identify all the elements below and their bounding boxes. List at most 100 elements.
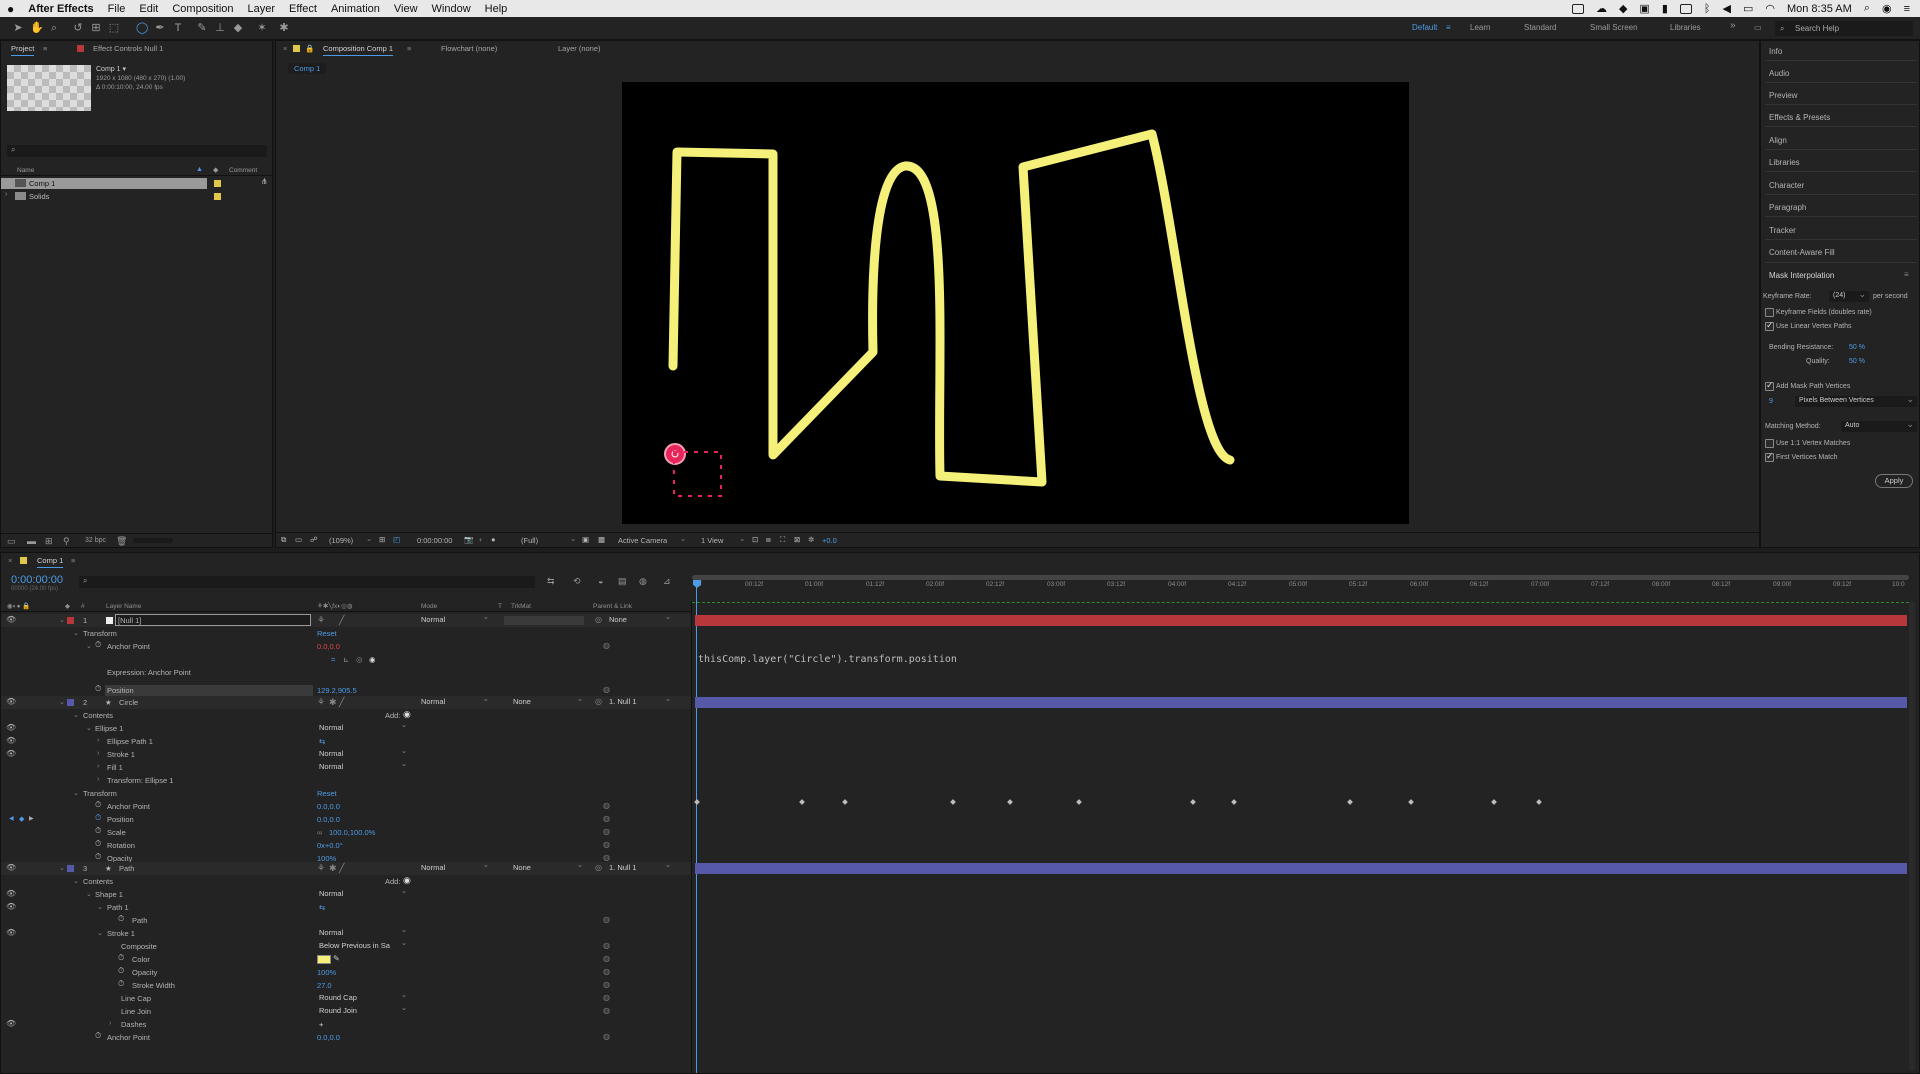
battery-icon[interactable]: ▭ — [1743, 2, 1753, 15]
menu-help[interactable]: Help — [478, 3, 515, 15]
layer-name[interactable]: Path — [119, 864, 134, 873]
eyedropper-icon[interactable]: ✎ — [333, 954, 340, 963]
dashes-row[interactable]: 👁 › Dashes + — [1, 1018, 691, 1031]
vertices-mode-dropdown[interactable]: Pixels Between Vertices ⌄ — [1795, 394, 1917, 407]
channel-icon[interactable]: ● — [491, 535, 496, 544]
expression-graph-icon[interactable]: ⊾ — [343, 655, 349, 664]
linear-vertex-checkbox[interactable] — [1765, 320, 1774, 331]
panel-preview[interactable]: Preview — [1769, 91, 1797, 100]
ellipse-tool-icon[interactable]: ◯ — [136, 22, 148, 34]
graph-icon[interactable]: ◍ — [603, 980, 610, 989]
graph-icon[interactable]: ◍ — [603, 840, 610, 849]
workspace-standard[interactable]: Standard — [1524, 23, 1556, 32]
column-comment[interactable]: Comment — [229, 167, 257, 174]
timeline-menu-icon[interactable]: ≡ — [71, 556, 75, 565]
workspace-small-screen[interactable]: Small Screen — [1590, 23, 1638, 32]
trash-icon[interactable]: 🗑 — [116, 536, 127, 547]
flowchart-icon[interactable]: ⋔ — [261, 177, 268, 186]
mask-shape-path-icon[interactable]: ◰ — [393, 535, 400, 544]
display-icon[interactable] — [1679, 3, 1692, 14]
keyframe-fields-checkbox[interactable] — [1765, 308, 1774, 317]
close-tab-icon[interactable]: × — [8, 556, 12, 565]
scale-value[interactable]: 100.0,100.0% — [329, 828, 375, 837]
expand-arrow-icon[interactable]: ⌄ — [59, 864, 65, 872]
layer-row-path[interactable]: 👁 ⌄ 3 ★ Path ⚘ ✱ ╱ Normal None ◎ 1. Null… — [1, 860, 691, 875]
current-time[interactable]: 0:00:00:00 — [417, 536, 452, 545]
transform-ellipse-row[interactable]: › Transform: Ellipse 1 — [1, 774, 691, 787]
layer-row-circle[interactable]: 👁 ⌄ 2 ★ Circle ⚘ ✱ ╱ Normal None ◎ 1. Nu… — [1, 694, 691, 709]
wifi-icon[interactable]: ◠ — [1765, 2, 1775, 15]
shape-group-row[interactable]: 👁 ⌄ Shape 1 Normal — [1, 886, 691, 901]
pan-behind-tool-icon[interactable]: ⬚ — [108, 22, 120, 34]
column-name[interactable]: Name — [17, 167, 34, 174]
eraser-tool-icon[interactable]: ◆ — [232, 22, 244, 34]
expression-editor[interactable]: thisComp.layer("Circle").transform.posit… — [698, 654, 957, 665]
timeline-divider[interactable] — [691, 601, 692, 1074]
contents-row[interactable]: ⌄ Contents Add: ◉ — [1, 875, 691, 888]
search-help-input[interactable]: ⌕ Search Help — [1775, 21, 1913, 36]
parent-dropdown[interactable]: 1. Null 1 — [609, 694, 673, 707]
expand-arrow-icon[interactable]: › — [97, 763, 99, 770]
graph-icon[interactable]: ◍ — [603, 915, 610, 924]
clone-stamp-tool-icon[interactable]: ⊥ — [214, 22, 226, 34]
tab-effect-controls[interactable]: Effect Controls Null 1 — [93, 44, 163, 53]
motion-blur-icon[interactable]: ◍ — [639, 576, 647, 587]
apple-menu-icon[interactable]: ● — [0, 2, 21, 16]
anchor-point-value[interactable]: 0.0,0.0 — [317, 1033, 340, 1042]
menu-after-effects[interactable]: After Effects — [21, 3, 100, 15]
tab-layer[interactable]: Layer (none) — [558, 44, 601, 53]
menu-effect[interactable]: Effect — [282, 3, 324, 15]
roto-brush-tool-icon[interactable]: ✶ — [256, 22, 268, 34]
tab-flowchart[interactable]: Flowchart (none) — [441, 44, 497, 53]
snapshot-icon[interactable]: 📷 — [464, 535, 473, 544]
bluetooth-icon[interactable]: ᛒ — [1704, 3, 1711, 15]
workspace-libraries[interactable]: Libraries — [1670, 23, 1701, 32]
time-ruler[interactable]: 0f 00:12f 01:00f 01:12f 02:00f 02:12f 03… — [692, 575, 1920, 595]
visibility-eye-icon[interactable]: 👁 — [6, 889, 16, 898]
quality-switch-icon[interactable]: ╱ — [339, 615, 344, 626]
anchor-point-value[interactable]: 0.0,0.0 — [317, 802, 340, 811]
menu-animation[interactable]: Animation — [324, 3, 387, 15]
panel-audio[interactable]: Audio — [1769, 69, 1789, 78]
composite-dropdown[interactable]: Below Previous in Sa — [319, 938, 409, 951]
line-join-dropdown[interactable]: Round Join — [319, 1003, 409, 1016]
visibility-eye-icon[interactable]: 👁 — [6, 697, 16, 706]
expand-arrow-icon[interactable]: ⌄ — [73, 629, 79, 637]
interpret-footage-icon[interactable]: ▭ — [7, 536, 16, 547]
anchor-point-value[interactable]: 0.0,0.0 — [317, 642, 340, 651]
stopwatch-icon[interactable]: ⏱ — [118, 953, 124, 963]
graph-icon[interactable]: ◍ — [603, 853, 610, 862]
expand-arrow-icon[interactable]: › — [5, 191, 7, 198]
battery-app-icon[interactable]: ▮ — [1662, 2, 1668, 15]
stopwatch-icon[interactable]: ⏱ — [95, 1031, 101, 1041]
region-of-interest-icon[interactable]: ▣ — [582, 535, 589, 544]
graph-icon[interactable]: ◍ — [603, 801, 610, 810]
grid-guides-icon[interactable]: ⊞ — [379, 535, 385, 544]
stroke-width-value[interactable]: 27.0 — [317, 981, 332, 990]
blend-mode-dropdown[interactable]: Normal — [319, 759, 409, 772]
fast-previews-icon[interactable]: ⧈ — [766, 535, 771, 545]
graph-icon[interactable]: ◍ — [603, 814, 610, 823]
panel-menu-icon[interactable]: ≡ — [1904, 270, 1909, 279]
search-panel-icon[interactable]: ▭ — [1754, 23, 1762, 32]
stopwatch-icon[interactable]: ⏱ — [95, 684, 101, 694]
blend-mode-dropdown[interactable]: Normal — [319, 746, 409, 759]
fill-row[interactable]: › Fill 1 Normal — [1, 759, 691, 774]
circle-layer-bar[interactable] — [695, 697, 1907, 708]
stroke-opacity-value[interactable]: 100% — [317, 968, 336, 977]
notification-center-icon[interactable]: ≡ — [1904, 3, 1910, 15]
graph-icon[interactable]: ◍ — [603, 941, 610, 950]
position-value[interactable]: 0.0,0.0 — [317, 815, 340, 824]
null-layer-bar[interactable] — [695, 615, 1907, 626]
stopwatch-icon[interactable]: ⏱ — [95, 640, 101, 650]
menu-window[interactable]: Window — [425, 3, 478, 15]
expand-arrow-icon[interactable]: › — [97, 750, 99, 757]
stroke-color-swatch[interactable] — [317, 955, 331, 964]
cloud-icon[interactable]: ☁ — [1596, 2, 1607, 15]
blend-mode-dropdown[interactable]: Normal — [319, 925, 409, 938]
menu-view[interactable]: View — [387, 3, 425, 15]
workspace-learn[interactable]: Learn — [1470, 23, 1490, 32]
composition-canvas[interactable] — [622, 82, 1409, 524]
expand-arrow-icon[interactable]: ⌄ — [86, 642, 92, 650]
line-cap-row[interactable]: Line Cap Round Cap ◍ — [1, 990, 691, 1005]
